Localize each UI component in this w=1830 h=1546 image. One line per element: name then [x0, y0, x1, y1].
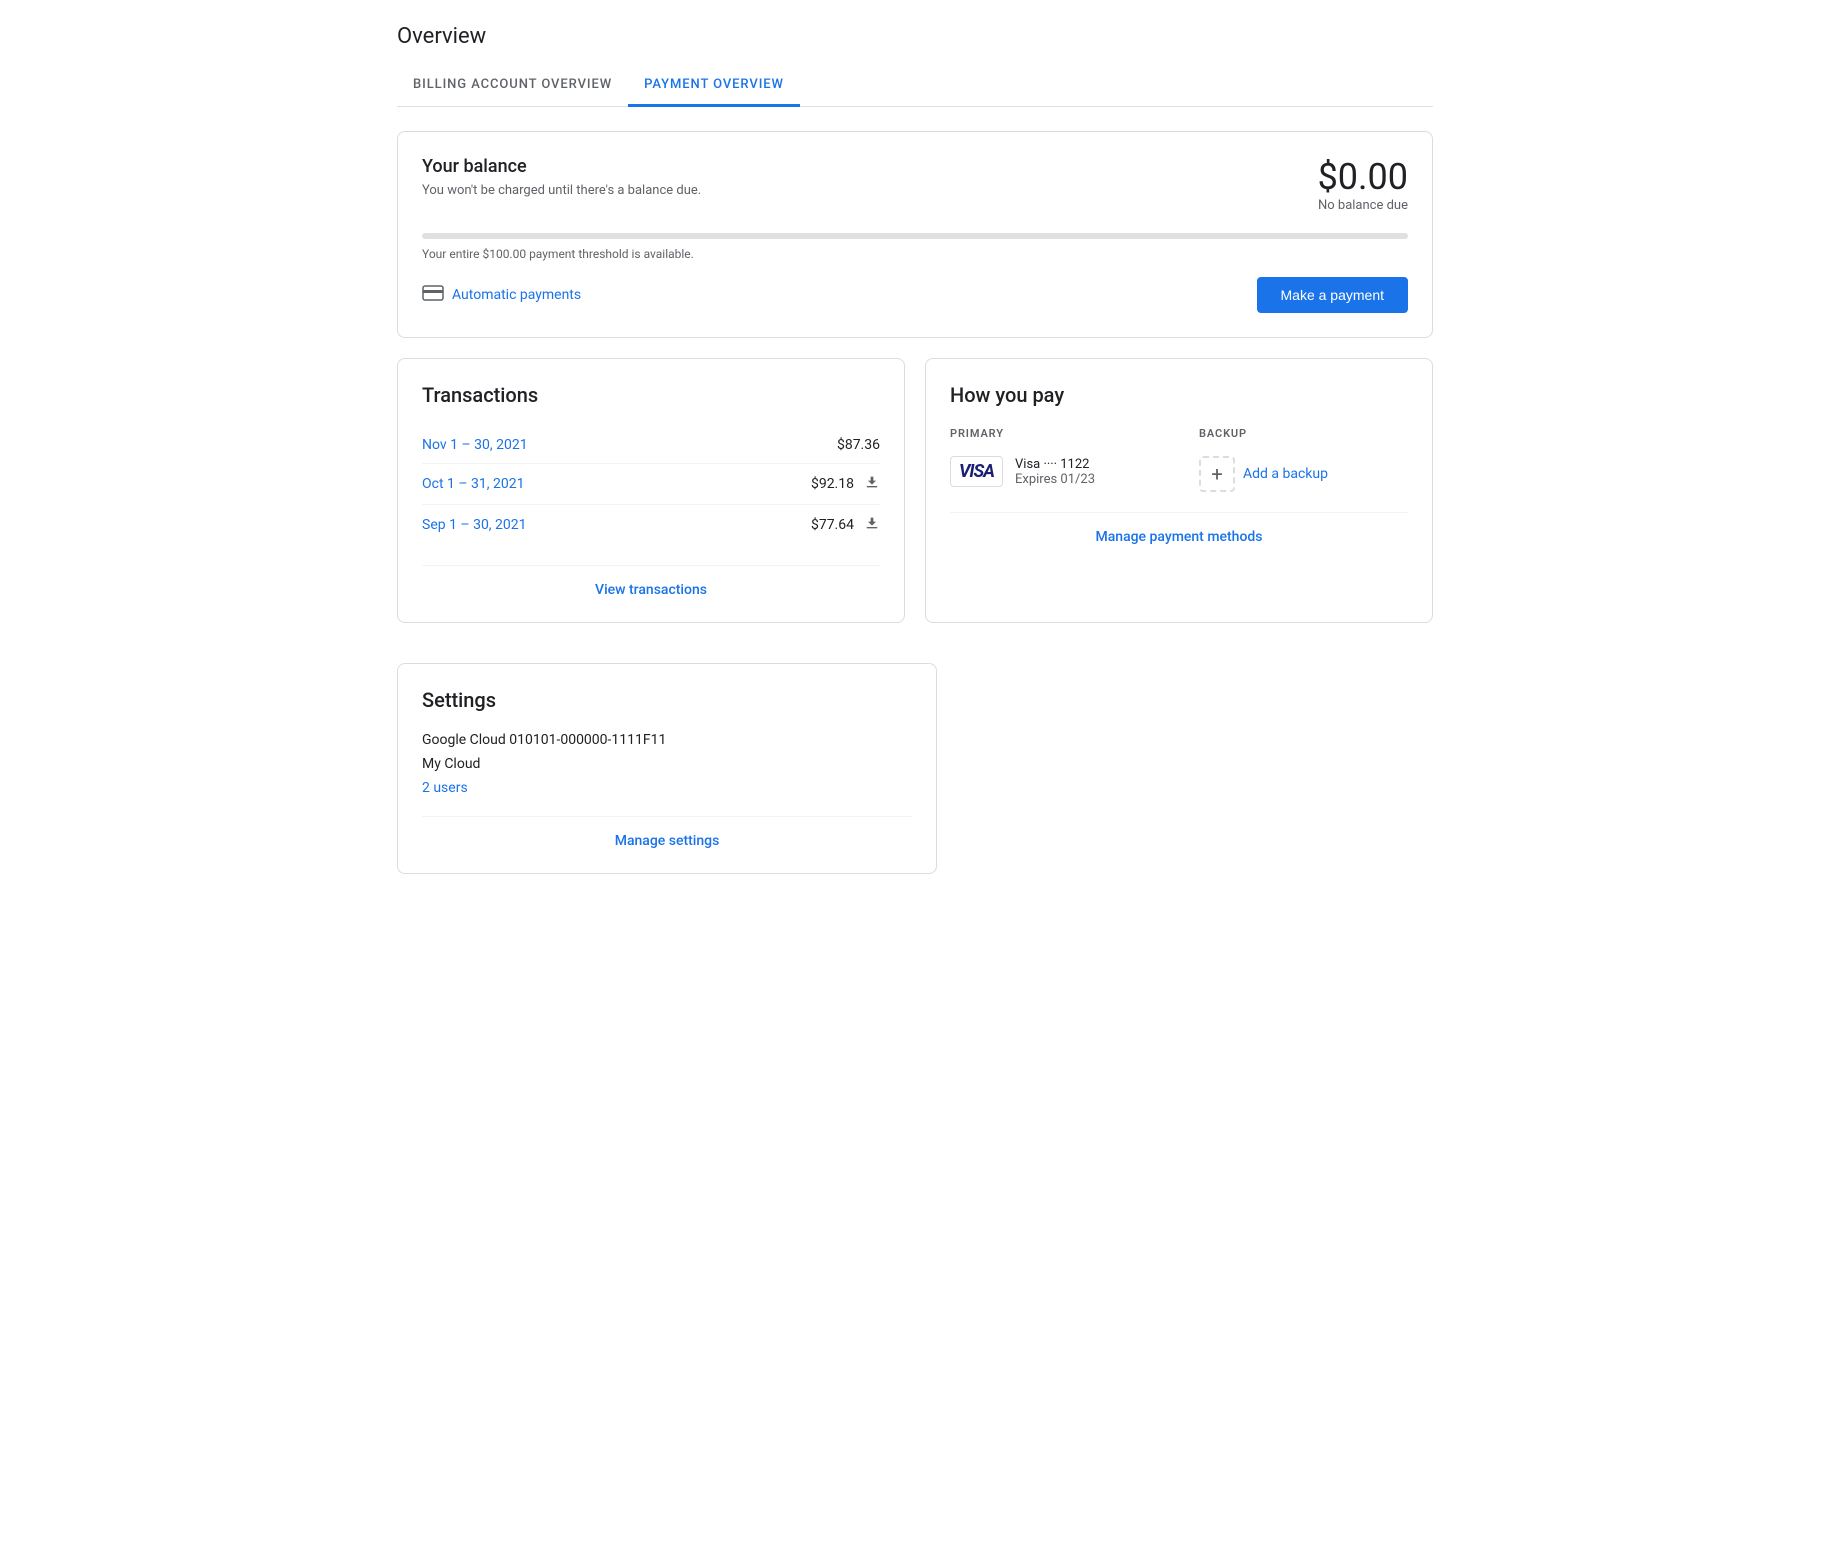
transactions-card: Transactions Nov 1 – 30, 2021 $87.36 Oct… [397, 358, 905, 623]
transaction-period-2[interactable]: Oct 1 – 31, 2021 [422, 476, 524, 492]
credit-card-icon [422, 285, 444, 306]
transactions-title: Transactions [422, 383, 880, 407]
primary-payment-col: Primary VISA Visa ···· 1122 Expires 01/2… [950, 427, 1159, 492]
card-expiry: Expires 01/23 [1015, 472, 1095, 487]
transaction-amount-1: $87.36 [837, 437, 880, 453]
add-plus-icon: + [1199, 456, 1235, 492]
balance-card: Your balance You won't be charged until … [397, 131, 1433, 338]
backup-label: Backup [1199, 427, 1408, 440]
transaction-period-1[interactable]: Nov 1 – 30, 2021 [422, 437, 528, 453]
table-row: Nov 1 – 30, 2021 $87.36 [422, 427, 880, 464]
how-you-pay-card: How you pay Primary VISA Visa ···· 1122 … [925, 358, 1433, 623]
tabs-container: Billing Account Overview Payment Overvie… [397, 65, 1433, 107]
balance-footer: Automatic payments Make a payment [422, 277, 1408, 313]
card-details: Visa ···· 1122 Expires 01/23 [1015, 457, 1095, 487]
how-you-pay-title: How you pay [950, 383, 1408, 407]
balance-info: Your balance You won't be charged until … [422, 156, 701, 198]
backup-payment-col: Backup + Add a backup [1199, 427, 1408, 492]
balance-title: Your balance [422, 156, 701, 177]
make-payment-button[interactable]: Make a payment [1257, 277, 1409, 313]
manage-settings-link[interactable]: Manage settings [422, 816, 912, 849]
payment-methods-cols: Primary VISA Visa ···· 1122 Expires 01/2… [950, 427, 1408, 492]
account-name: My Cloud [422, 756, 912, 772]
settings-title: Settings [422, 688, 912, 712]
view-transactions-link[interactable]: View transactions [422, 565, 880, 598]
balance-amount-block: $0.00 No balance due [1318, 156, 1408, 213]
users-link[interactable]: 2 users [422, 780, 468, 796]
auto-payments-label: Automatic payments [452, 287, 581, 303]
progress-bar-container [422, 233, 1408, 239]
balance-amount-value: $0.00 [1318, 156, 1408, 198]
primary-label: Primary [950, 427, 1159, 440]
table-row: Oct 1 – 31, 2021 $92.18 [422, 464, 880, 505]
transaction-amount-2: $92.18 [811, 474, 880, 494]
download-icon-1[interactable] [864, 474, 880, 494]
transaction-amount-3: $77.64 [811, 515, 880, 535]
balance-no-balance-label: No balance due [1318, 198, 1408, 213]
page-title: Overview [397, 24, 1433, 49]
transaction-period-3[interactable]: Sep 1 – 30, 2021 [422, 517, 527, 533]
tab-payment-overview[interactable]: Payment Overview [628, 65, 800, 107]
card-number: Visa ···· 1122 [1015, 457, 1095, 472]
account-id: Google Cloud 010101-000000-1111F11 [422, 732, 912, 748]
table-row: Sep 1 – 30, 2021 $77.64 [422, 505, 880, 545]
add-backup-label: Add a backup [1243, 466, 1328, 482]
settings-card: Settings Google Cloud 010101-000000-1111… [397, 663, 937, 874]
progress-bar-track [422, 233, 1408, 239]
download-icon-2[interactable] [864, 515, 880, 535]
threshold-text: Your entire $100.00 payment threshold is… [422, 247, 1408, 261]
manage-payment-methods-link[interactable]: Manage payment methods [950, 512, 1408, 545]
tab-billing-overview[interactable]: Billing Account Overview [397, 65, 628, 107]
add-backup-button[interactable]: + Add a backup [1199, 456, 1408, 492]
two-col-section: Transactions Nov 1 – 30, 2021 $87.36 Oct… [397, 358, 1433, 643]
auto-payments-link[interactable]: Automatic payments [422, 285, 581, 306]
primary-payment-method: VISA Visa ···· 1122 Expires 01/23 [950, 456, 1159, 487]
visa-logo: VISA [950, 456, 1003, 487]
balance-subtitle: You won't be charged until there's a bal… [422, 183, 701, 198]
